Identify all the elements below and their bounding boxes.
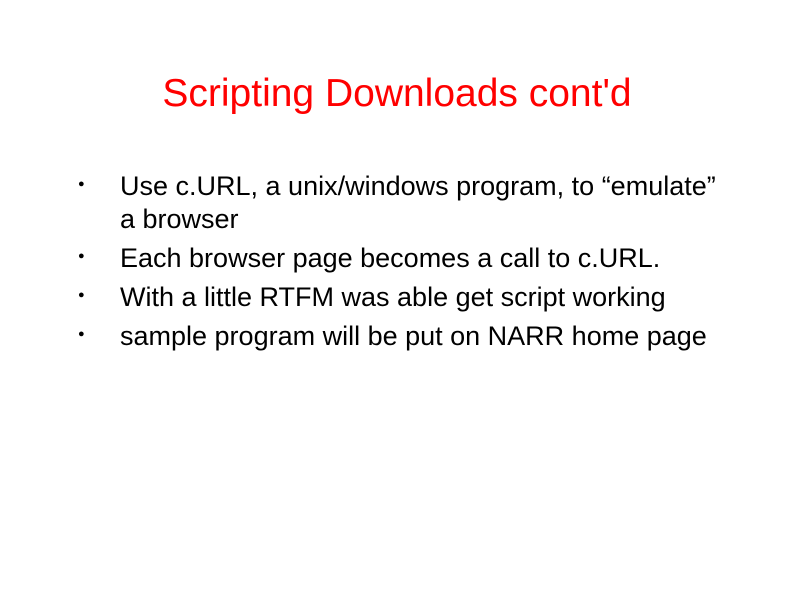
list-item: With a little RTFM was able get script w… <box>70 281 734 314</box>
slide-body: Use c.URL, a unix/windows program, to “e… <box>70 170 734 359</box>
slide: Scripting Downloads cont'd Use c.URL, a … <box>0 0 794 595</box>
list-item: sample program will be put on NARR home … <box>70 320 734 353</box>
list-item: Each browser page becomes a call to c.UR… <box>70 242 734 275</box>
bullet-text: Each browser page becomes a call to c.UR… <box>120 243 660 273</box>
bullet-text: Use c.URL, a unix/windows program, to “e… <box>120 171 716 234</box>
bullet-text: sample program will be put on NARR home … <box>120 321 707 351</box>
list-item: Use c.URL, a unix/windows program, to “e… <box>70 170 734 236</box>
bullet-list: Use c.URL, a unix/windows program, to “e… <box>70 170 734 353</box>
slide-title: Scripting Downloads cont'd <box>0 72 794 116</box>
bullet-text: With a little RTFM was able get script w… <box>120 282 666 312</box>
